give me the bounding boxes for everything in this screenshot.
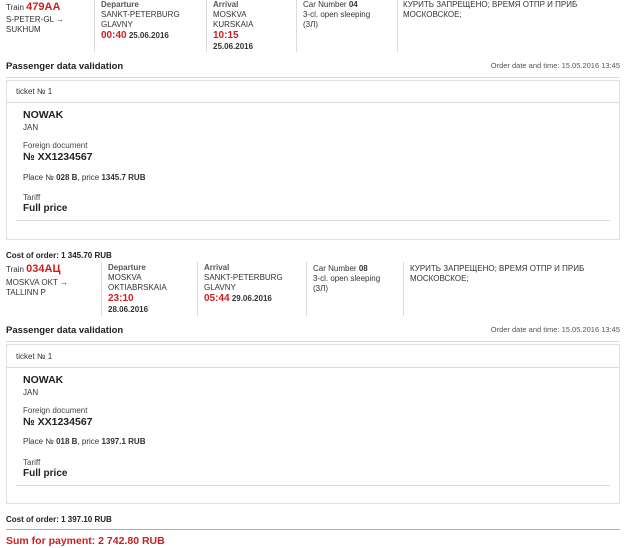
car-value: 08	[358, 264, 368, 273]
train-title: Train 479AA	[6, 2, 60, 13]
place-price: Place № 028 B, price 1345.7 RUB	[23, 173, 145, 183]
train-number: 034АЦ	[26, 263, 61, 275]
place-label: Place №	[23, 437, 54, 446]
order-date: Order date and time: 15.05.2016 13:45	[490, 61, 620, 70]
arrival-datetime: 05:44 29.06.2016	[204, 293, 272, 304]
ticket-card: ticket № 1 NOWAK JAN Foreign document № …	[6, 80, 620, 240]
car-number: Car Number 08	[313, 264, 368, 274]
departure-date: 28.06.2016	[108, 305, 149, 314]
route-to: SUKHUM	[6, 25, 41, 34]
divider	[403, 262, 404, 316]
arrival-time: 05:44	[204, 293, 230, 304]
train-title: Train 034АЦ	[6, 264, 61, 275]
departure-station-line2: OKTIABRSKAIA	[108, 283, 167, 292]
arrival-station-line1: SANKT-PETERBURG	[204, 273, 283, 282]
place-value: 028 B	[56, 173, 78, 182]
ticket-card: ticket № 1 NOWAK JAN Foreign document № …	[6, 344, 620, 504]
validation-title: Passenger data validation	[6, 61, 124, 72]
departure-time: 00:40	[101, 30, 127, 41]
price-label: , price	[77, 173, 100, 182]
divider	[16, 485, 610, 486]
train-notes: КУРИТЬ ЗАПРЕЩЕНО; ВРЕМЯ ОТПР И ПРИБ МОСК…	[403, 0, 578, 19]
document-number: № XX1234567	[23, 416, 93, 428]
document-label: Foreign document	[23, 141, 88, 150]
departure-label: Departure	[108, 263, 146, 272]
divider	[397, 0, 398, 52]
divider	[94, 0, 95, 52]
divider	[6, 77, 620, 78]
order-cost: Cost of order: 1 345.70 RUB	[6, 251, 112, 260]
arrival-date: 25.06.2016	[213, 42, 254, 51]
document-number: № XX1234567	[23, 151, 93, 163]
train-number: 479AA	[26, 1, 61, 13]
arrival-station-line2: KURSKAIA	[213, 20, 254, 29]
divider	[197, 262, 198, 316]
departure-time: 23:10	[108, 293, 134, 304]
place-price: Place № 018 B, price 1397.1 RUB	[23, 437, 145, 447]
tariff-value: Full price	[23, 203, 68, 214]
car-class: 3-cl. open sleeping	[313, 274, 381, 283]
car-code: (3Л)	[303, 20, 319, 29]
arrival-label: Arrival	[204, 263, 230, 272]
car-label: Car Number	[313, 264, 357, 273]
divider	[7, 102, 619, 103]
route-from: S-PETER-GL →	[6, 15, 64, 24]
train-notes: КУРИТЬ ЗАПРЕЩЕНО; ВРЕМЯ ОТПР И ПРИБ МОСК…	[410, 264, 585, 283]
route-to: TALLINN P	[6, 288, 46, 297]
passenger-surname: NOWAK	[23, 374, 64, 386]
tariff-value: Full price	[23, 468, 68, 479]
car-number: Car Number 04	[303, 0, 358, 10]
divider	[6, 529, 620, 530]
car-code: (3Л)	[313, 284, 329, 293]
arrival-station-line2: GLAVNY	[204, 283, 236, 292]
divider	[296, 0, 297, 52]
ticket-label: ticket № 1	[16, 87, 53, 96]
order-date: Order date and time: 15.05.2016 13:45	[490, 325, 620, 334]
divider	[101, 262, 102, 316]
passenger-name: JAN	[23, 388, 39, 397]
price-value: 1397.1 RUB	[101, 437, 146, 446]
order-cost: Cost of order: 1 397.10 RUB	[6, 515, 112, 524]
sum-for-payment: Sum for payment: 2 742.80 RUB	[6, 535, 165, 547]
price-value: 1345.7 RUB	[101, 173, 146, 182]
divider	[206, 0, 207, 52]
car-class: 3-cl. open sleeping	[303, 10, 371, 19]
arrival-station-line1: MOSKVA	[213, 10, 247, 19]
passenger-surname: NOWAK	[23, 109, 64, 121]
place-label: Place №	[23, 173, 54, 182]
departure-station-line1: MOSKVA	[108, 273, 142, 282]
train-label: Train	[6, 3, 24, 12]
tariff-label: Tariff	[23, 193, 41, 202]
arrival-date: 29.06.2016	[231, 294, 272, 303]
divider	[16, 220, 610, 221]
validation-title: Passenger data validation	[6, 325, 124, 336]
divider	[306, 262, 307, 316]
departure-datetime: 00:40 25.06.2016	[101, 30, 169, 41]
price-label: , price	[77, 437, 100, 446]
car-label: Car Number	[303, 0, 347, 9]
departure-station-line2: GLAVNY	[101, 20, 133, 29]
train-label: Train	[6, 265, 24, 274]
document-label: Foreign document	[23, 406, 88, 415]
place-value: 018 B	[56, 437, 78, 446]
divider	[6, 341, 620, 342]
arrival-label: Arrival	[213, 0, 239, 9]
car-value: 04	[348, 0, 358, 9]
passenger-name: JAN	[23, 123, 39, 132]
departure-date: 25.06.2016	[128, 31, 169, 40]
route-from: MOSKVA OKT →	[6, 278, 68, 287]
arrival-time: 10:15	[213, 30, 239, 41]
departure-label: Departure	[101, 0, 139, 9]
departure-station-line1: SANKT-PETERBURG	[101, 10, 180, 19]
ticket-label: ticket № 1	[16, 352, 53, 361]
tariff-label: Tariff	[23, 458, 41, 467]
divider	[7, 367, 619, 368]
